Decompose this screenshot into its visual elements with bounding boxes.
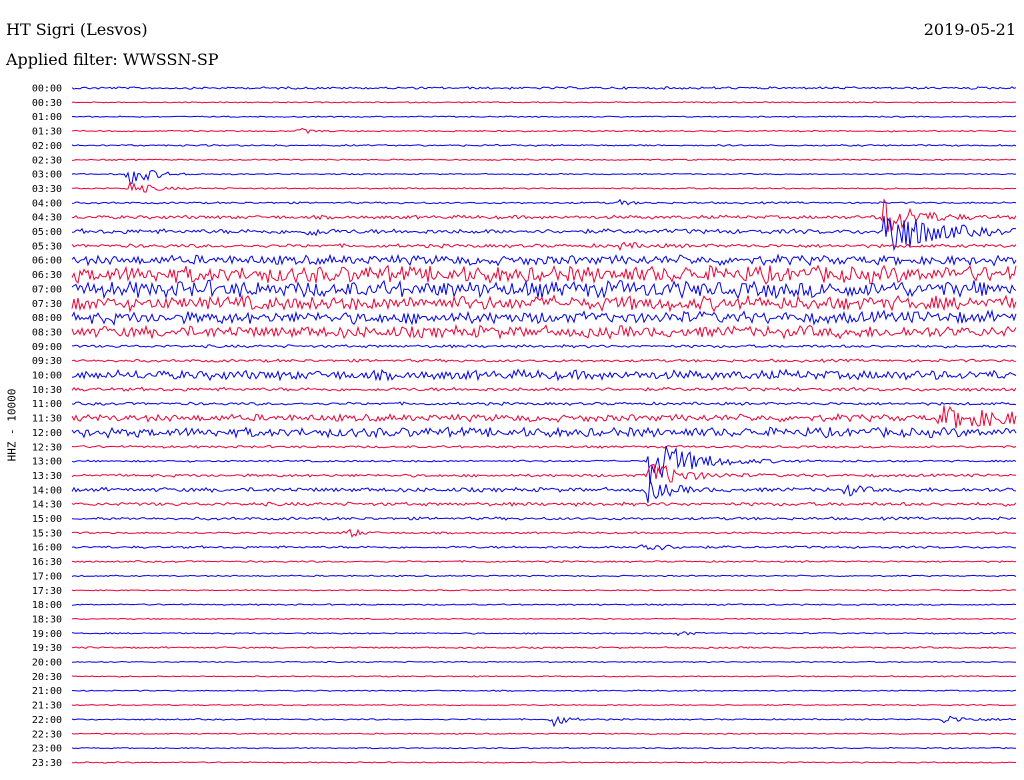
trace-line (71, 86, 1017, 91)
time-tick-label: 07:30 (32, 299, 62, 310)
time-tick-label: 05:30 (32, 241, 62, 252)
trace-line (71, 761, 1017, 764)
trace-line (71, 169, 1017, 185)
time-tick-label: 00:00 (32, 84, 62, 95)
trace-line (71, 253, 1017, 267)
time-tick-label: 03:00 (32, 170, 62, 181)
time-tick-label: 16:30 (32, 557, 62, 568)
time-tick-label: 10:00 (32, 371, 62, 382)
trace-line (71, 309, 1017, 326)
trace-line (71, 426, 1017, 439)
trace-line (71, 358, 1017, 364)
trace-line (72, 344, 1017, 349)
trace-line (71, 574, 1017, 578)
trace-line (71, 463, 1017, 483)
time-tick-label: 15:00 (32, 514, 62, 525)
trace-line (71, 528, 1017, 538)
time-tick-label: 13:00 (32, 457, 62, 468)
time-tick-label: 01:30 (32, 127, 62, 138)
trace-line (71, 264, 1017, 285)
trace-line (72, 180, 1017, 193)
time-tick-label: 20:30 (32, 672, 62, 683)
time-tick-label: 17:00 (32, 571, 62, 582)
time-tick-label: 08:30 (32, 327, 62, 338)
time-tick-label: 19:30 (32, 643, 62, 654)
time-tick-label: 16:00 (32, 543, 62, 554)
trace-line (71, 689, 1017, 692)
trace-line (71, 715, 1016, 728)
trace-line (71, 589, 1017, 592)
trace-line (71, 198, 1017, 206)
time-tick-label: 20:00 (32, 658, 62, 669)
time-tick-label: 11:00 (32, 399, 62, 410)
time-tick-label: 04:30 (32, 213, 62, 224)
trace-line (71, 746, 1017, 750)
time-tick-label: 00:30 (32, 98, 62, 109)
time-tick-label: 07:00 (32, 284, 62, 295)
trace-line (71, 158, 1017, 162)
time-tick-label: 22:00 (32, 715, 62, 726)
trace-line (71, 101, 1017, 104)
trace-line (71, 444, 1017, 449)
time-tick-label: 19:00 (32, 629, 62, 640)
trace-line (71, 279, 1017, 300)
trace-line (71, 646, 1017, 650)
time-tick-label: 18:30 (32, 614, 62, 625)
trace-line (71, 323, 1017, 340)
trace-line (71, 732, 1017, 735)
trace-line (71, 617, 1017, 621)
time-tick-label: 05:00 (32, 227, 62, 238)
time-tick-label: 02:30 (32, 155, 62, 166)
time-tick-label: 12:00 (32, 428, 62, 439)
time-tick-label: 11:30 (32, 414, 62, 425)
time-tick-label: 13:30 (32, 471, 62, 482)
trace-line (71, 241, 1017, 252)
trace-line (71, 603, 1017, 606)
time-tick-label: 23:30 (32, 758, 62, 769)
trace-line (71, 143, 1017, 147)
trace-line (71, 401, 1017, 406)
trace-line (71, 544, 1017, 551)
trace-line (71, 660, 1017, 664)
time-tick-label: 22:30 (32, 729, 62, 740)
time-tick-label: 08:00 (32, 313, 62, 324)
time-tick-label: 10:30 (32, 385, 62, 396)
trace-line (71, 405, 1017, 429)
trace-line (71, 368, 1017, 382)
time-tick-label: 01:00 (32, 112, 62, 123)
time-tick-label: 12:30 (32, 442, 62, 453)
seismogram-plot: 00:00 00:30 01:00 01:30 02:00 02:30 03:00 03:30… (32, 84, 1017, 769)
trace-line (71, 294, 1017, 314)
trace-line (71, 127, 1017, 135)
time-tick-label: 02:00 (32, 141, 62, 152)
trace-line (71, 559, 1017, 564)
trace-line (71, 445, 1017, 484)
trace-line (71, 501, 1017, 507)
time-tick-label: 18:00 (32, 600, 62, 611)
time-tick-label: 04:00 (32, 198, 62, 209)
time-tick-label: 03:30 (32, 184, 62, 195)
time-tick-label: 23:00 (32, 744, 62, 755)
time-tick-label: 21:30 (32, 701, 62, 712)
trace-line (71, 198, 1017, 232)
time-tick-label: 21:00 (32, 686, 62, 697)
trace-line (71, 675, 1017, 678)
time-tick-label: 09:30 (32, 356, 62, 367)
trace-line (71, 479, 1017, 503)
trace-line (71, 516, 1017, 521)
time-tick-label: 06:00 (32, 256, 62, 267)
trace-line (71, 703, 1017, 707)
time-tick-label: 14:30 (32, 500, 62, 511)
time-tick-label: 17:30 (32, 586, 62, 597)
trace-line (71, 386, 1017, 392)
time-tick-label: 15:30 (32, 528, 62, 539)
trace-line (71, 115, 1017, 118)
trace-line (71, 631, 1017, 637)
time-tick-label: 14:00 (32, 485, 62, 496)
time-tick-label: 09:00 (32, 342, 62, 353)
time-tick-label: 06:30 (32, 270, 62, 281)
